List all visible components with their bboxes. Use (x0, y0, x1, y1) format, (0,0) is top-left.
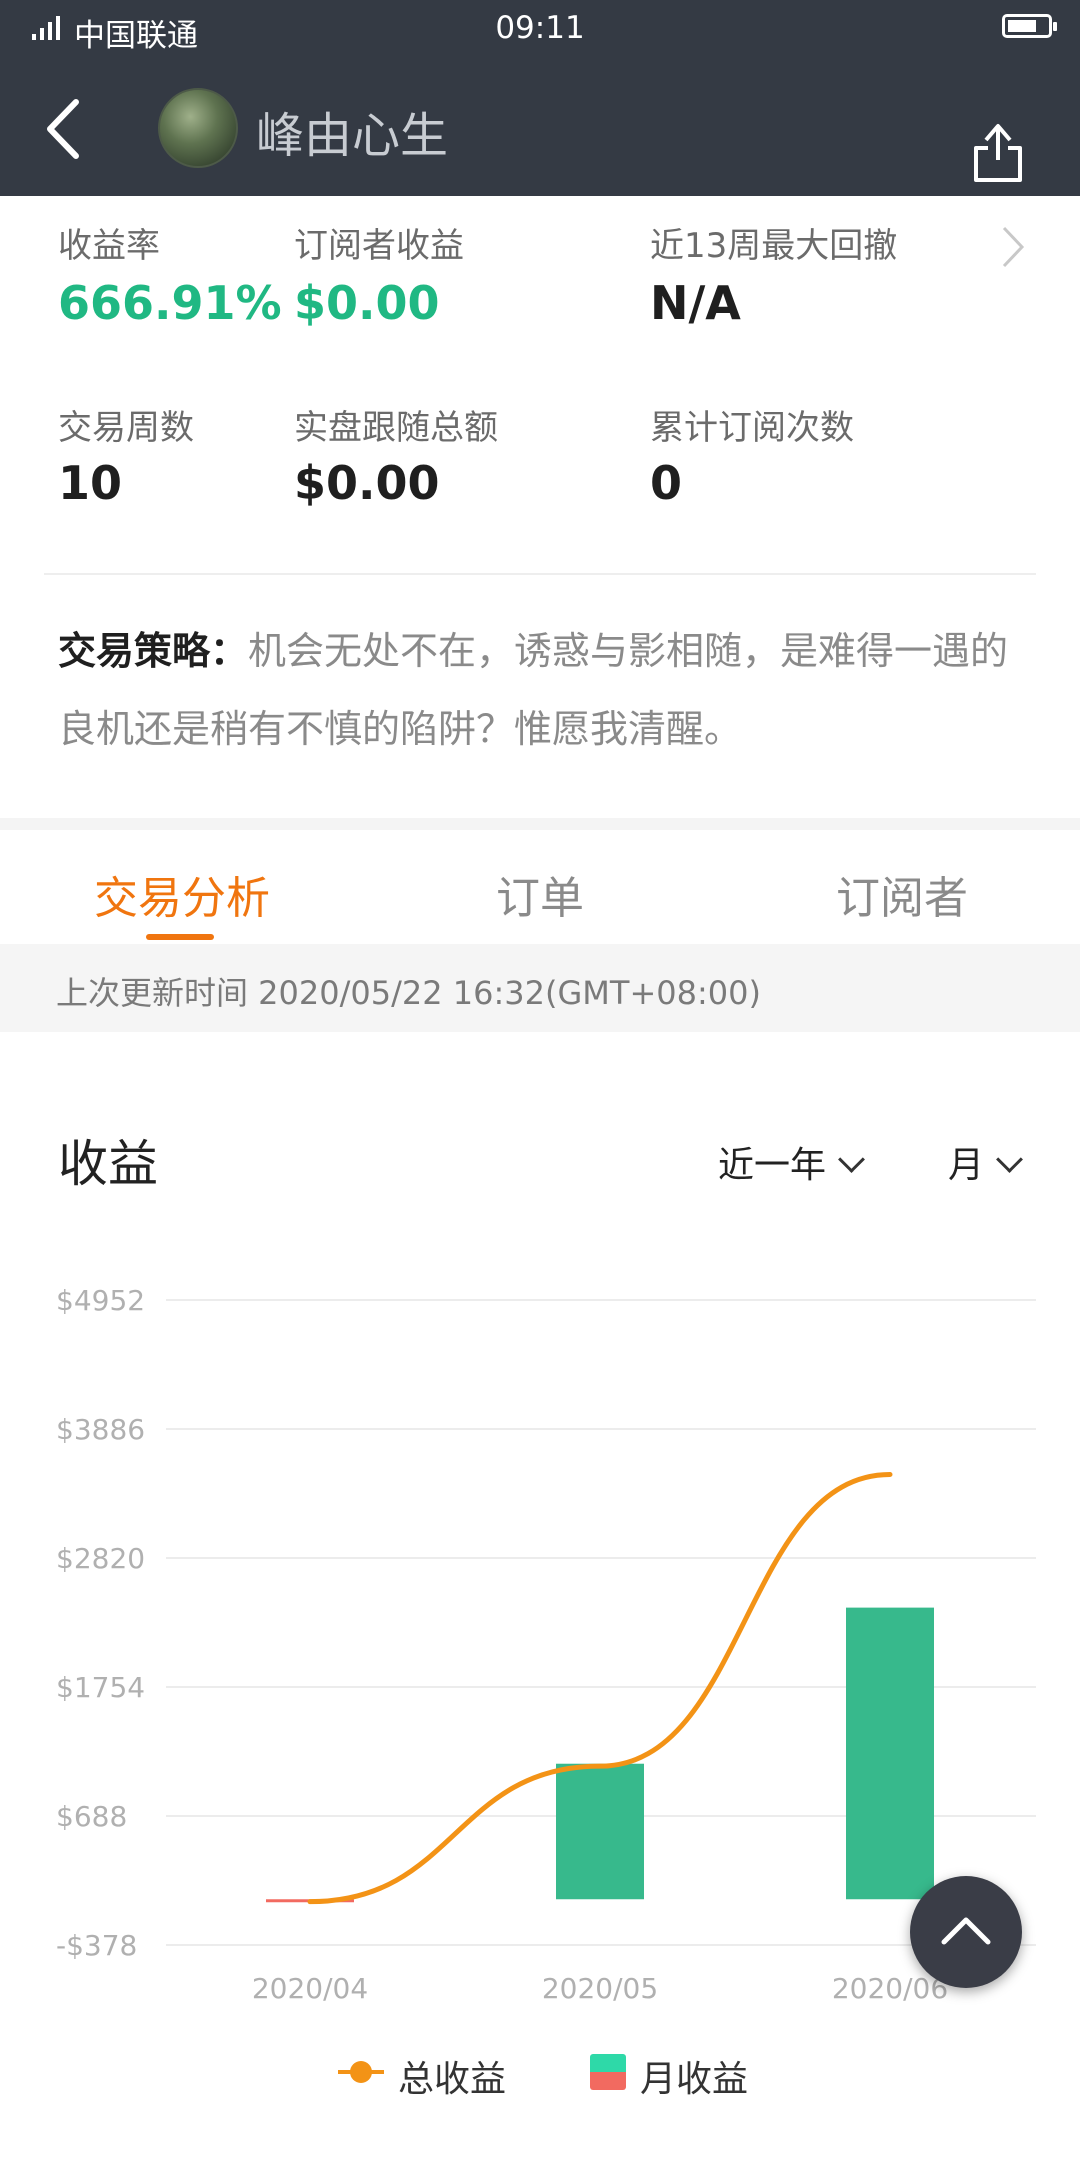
clock: 09:11 (495, 10, 585, 46)
y-tick-label: -$378 (56, 1929, 137, 1962)
battery-icon (1002, 14, 1057, 38)
legend-bar-icon (590, 2054, 626, 2072)
stat-value-max-drawdown: N/A (650, 276, 741, 330)
back-icon[interactable] (40, 96, 90, 162)
stat-label-return-rate: 收益率 (58, 226, 160, 266)
stat-label-follow-total: 实盘跟随总额 (294, 408, 498, 448)
period-dropdown-label: 月 (948, 1145, 985, 1186)
stat-value-subscriber-income: $0.00 (294, 276, 440, 330)
status-bar: 中国联通 09:11 (0, 0, 1080, 60)
scroll-top-button[interactable] (910, 1876, 1022, 1988)
legend-total-income[interactable]: 总收益 (398, 2050, 506, 2102)
page-title: 峰由心生 (256, 108, 449, 164)
section-gap (0, 818, 1080, 830)
scroll-top-icon (941, 1917, 991, 1945)
y-tick-label: $688 (56, 1800, 127, 1833)
trading-strategy: 交易策略：机会无处不在，诱惑与影相随，是难得一遇的良机还是稍有不慎的陷阱？惟愿我… (58, 612, 1018, 768)
chevron-right-icon[interactable] (1000, 224, 1026, 270)
stat-label-subscriptions: 累计订阅次数 (650, 408, 854, 448)
range-dropdown-label: 近一年 (718, 1145, 827, 1186)
chart-title: 收益 (58, 1135, 158, 1193)
divider (44, 573, 1036, 575)
bar-monthly (846, 1607, 934, 1900)
chevron-down-icon (996, 1146, 1023, 1173)
y-tick-label: $4952 (56, 1284, 145, 1317)
stat-label-max-drawdown: 近13周最大回撤 (650, 226, 898, 266)
bar-monthly (556, 1763, 644, 1900)
line-total-income (307, 1472, 893, 1905)
tab-trading-analysis[interactable]: 交易分析 (94, 862, 270, 926)
app-header: 中国联通 09:11 峰由心生 (0, 0, 1080, 196)
y-tick-label: $3886 (56, 1413, 145, 1446)
x-tick-label: 2020/04 (252, 1972, 368, 2005)
stat-label-trading-weeks: 交易周数 (58, 408, 194, 448)
y-tick-label: $2820 (56, 1542, 145, 1575)
chevron-down-icon (838, 1146, 865, 1173)
tab-subscribers[interactable]: 订阅者 (836, 862, 968, 926)
update-bar: 上次更新时间 2020/05/22 16:32(GMT+08:00) (0, 944, 1080, 1032)
stat-value-trading-weeks: 10 (58, 456, 123, 510)
range-dropdown[interactable]: 近一年 (718, 1136, 865, 1188)
x-tick-label: 2020/05 (542, 1972, 658, 2005)
stat-value-return-rate: 666.91% (58, 276, 282, 330)
legend-dot-icon (350, 2061, 372, 2083)
avatar[interactable] (158, 88, 238, 168)
stat-value-subscriptions: 0 (650, 456, 683, 510)
strategy-label: 交易策略： (58, 629, 249, 673)
share-icon[interactable] (968, 118, 1028, 184)
last-update-time: 上次更新时间 2020/05/22 16:32(GMT+08:00) (56, 974, 761, 1012)
stat-label-subscriber-income: 订阅者收益 (294, 226, 464, 266)
legend-bar-negative-icon (590, 2072, 626, 2090)
y-tick-label: $1754 (56, 1671, 145, 1704)
bar-monthly (266, 1899, 354, 1903)
stat-value-follow-total: $0.00 (294, 456, 440, 510)
legend-monthly-income[interactable]: 月收益 (640, 2050, 748, 2102)
tab-underline (146, 934, 214, 940)
period-dropdown[interactable]: 月 (948, 1136, 1023, 1188)
tab-orders[interactable]: 订单 (496, 862, 584, 926)
